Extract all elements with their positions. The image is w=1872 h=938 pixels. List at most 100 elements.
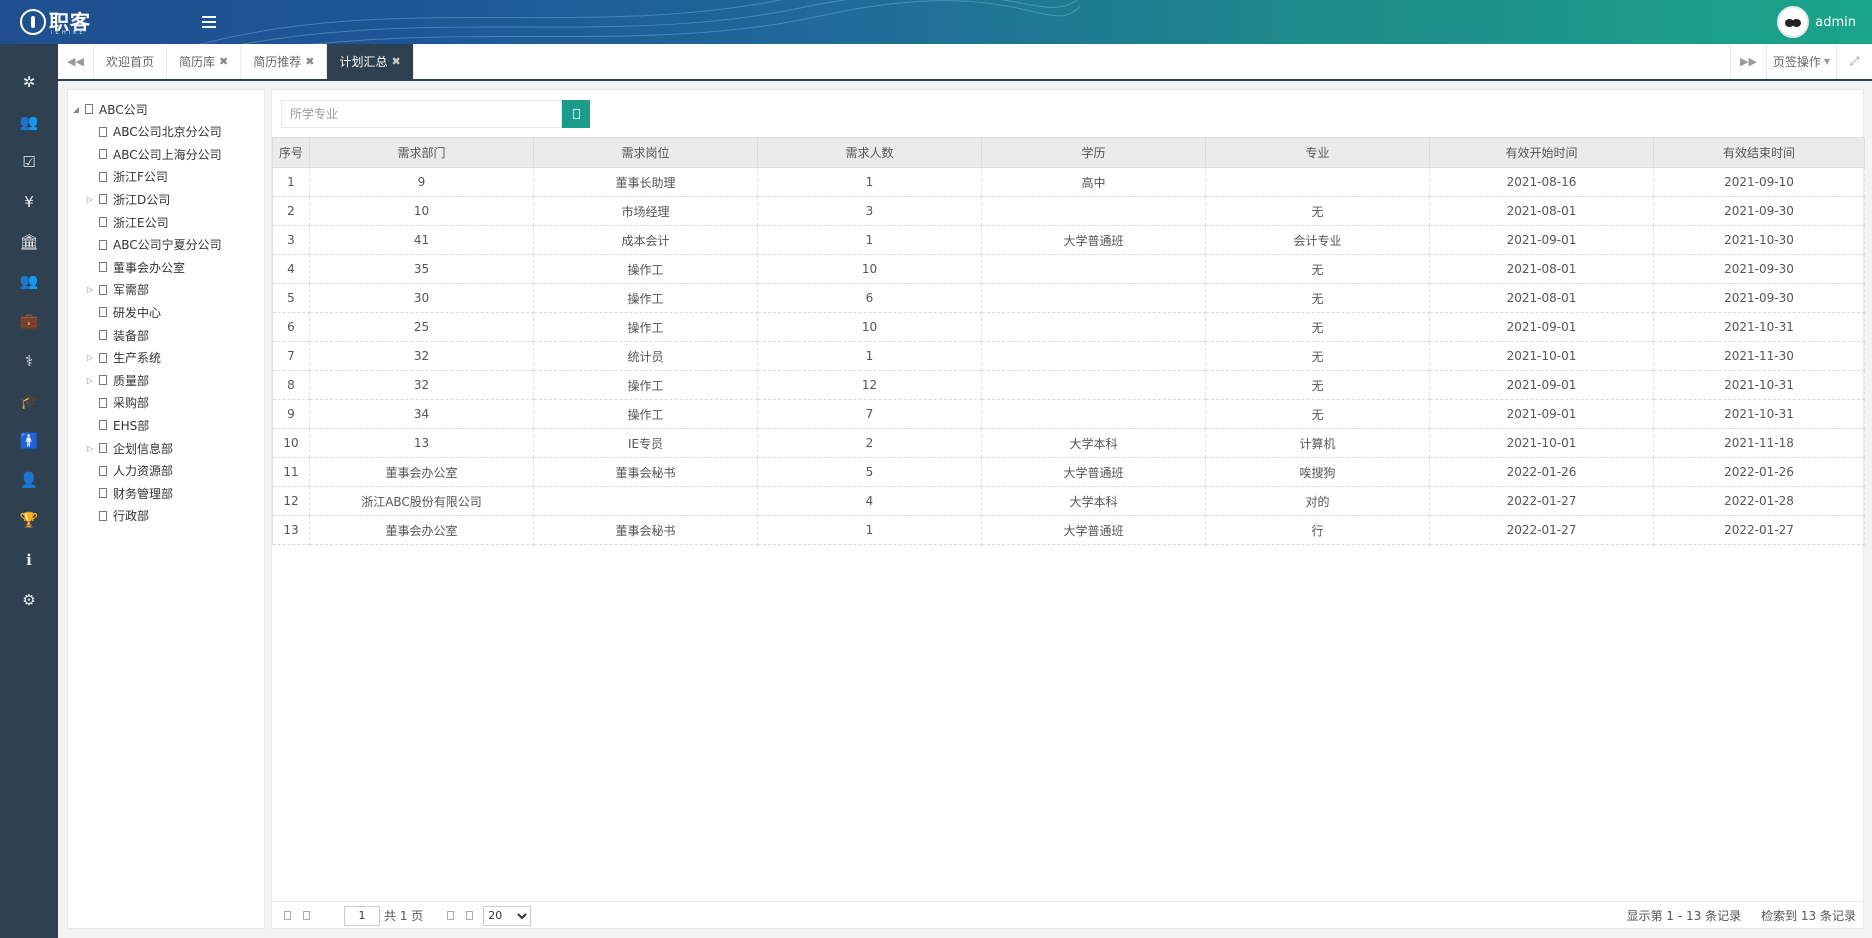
tree-node[interactable]: ABC公司上海分公司 [85, 143, 222, 165]
avatar[interactable] [1777, 6, 1810, 38]
tree-expand-icon[interactable]: ▷ [85, 195, 95, 204]
last-page-icon[interactable] [466, 911, 474, 920]
sidebar-item[interactable]: ¥ [0, 182, 58, 222]
tree-node[interactable]: EHS部 [85, 414, 149, 436]
user-menu[interactable]: admin [1777, 6, 1856, 38]
tree-collapse-icon[interactable]: ◢ [71, 105, 81, 114]
sidebar-item[interactable]: ☑ [0, 143, 58, 183]
table-cell: 2022-01-27 [1429, 515, 1654, 545]
sidebar-item[interactable]: 💼 [0, 302, 58, 342]
tree-node-label: 浙江F公司 [113, 170, 168, 185]
table-cell: 4 [272, 254, 310, 284]
sidebar-item[interactable]: 🏆 [0, 501, 58, 541]
tree-node[interactable]: 人力资源部 [85, 460, 173, 482]
close-tab-icon[interactable]: ✖ [219, 55, 228, 68]
column-header[interactable]: 序号 [272, 137, 310, 168]
table-row[interactable]: 4 35 操作工 10 无 2021-08-01 2021-09-30 [272, 254, 1865, 284]
trophy-icon: 🏆 [19, 511, 39, 530]
sidebar-item[interactable]: ✲ [0, 63, 58, 103]
table-cell: 2 [272, 196, 310, 226]
prev-page-icon[interactable] [303, 911, 310, 920]
page-size-select[interactable]: 20 [483, 905, 532, 926]
tree-node[interactable]: ▷ 浙江D公司 [85, 188, 170, 210]
table-row[interactable]: 9 34 操作工 7 无 2021-09-01 2021-10-31 [272, 399, 1865, 429]
tree-node[interactable]: 财务管理部 [85, 482, 173, 504]
menu-toggle-icon[interactable] [200, 13, 218, 31]
tree-node[interactable]: 装备部 [85, 324, 149, 346]
table-cell: 5 [757, 457, 982, 487]
tree-node[interactable]: 行政部 [85, 505, 149, 527]
tree-node[interactable]: ▷ 生产系统 [85, 347, 161, 369]
tab-3[interactable]: 计划汇总 ✖ [327, 44, 414, 79]
table-row[interactable]: 7 32 统计员 1 无 2021-10-01 2021-11-30 [272, 341, 1865, 371]
tab-2[interactable]: 简历推荐 ✖ [241, 44, 328, 79]
column-header[interactable]: 学历 [981, 137, 1206, 168]
sidebar-item[interactable]: ⚕ [0, 342, 58, 382]
column-header[interactable]: 需求部门 [309, 137, 534, 168]
table-row[interactable]: 11 董事会办公室 董事会秘书 5 大学普通班 唉搜狗 2022-01-26 2022-01-… [272, 457, 1865, 487]
page-number-input[interactable] [344, 905, 380, 926]
table-row[interactable]: 13 董事会办公室 董事会秘书 1 大学普通班行 2022-01-27 2022-01-27 [272, 515, 1865, 545]
showing-records-label: 显示第 1 - 13 条记录 [1626, 909, 1742, 923]
search-button[interactable] [562, 100, 590, 128]
tree-node[interactable]: ◢ ABC公司 [71, 98, 148, 120]
tree-node[interactable]: ▷ 军需部 [85, 279, 149, 301]
page-ops-dropdown[interactable]: 页签操作 ▼ [1766, 44, 1836, 79]
table-row[interactable]: 6 25 操作工 10 无 2021-09-01 2021-10-31 [272, 312, 1865, 342]
table-row[interactable]: 3 41 成本会计 1 大学普通班 会计专业 2021-09-01 2021-10-30 [272, 225, 1865, 255]
tree-expand-icon[interactable]: ▷ [85, 376, 95, 385]
tab-label: 简历推荐 [253, 55, 302, 69]
tree-node[interactable]: ABC公司北京分公司 [85, 121, 222, 143]
table-cell: 2022-01-27 [1429, 486, 1654, 516]
tree-node[interactable]: 董事会办公室 [85, 256, 185, 278]
table-row[interactable]: 8 32 操作工 12 无 2021-09-01 2021-10-31 [272, 370, 1865, 400]
close-tab-icon[interactable]: ✖ [392, 55, 401, 68]
tree-expand-icon[interactable]: ▷ [85, 444, 95, 453]
table-cell: 25 [309, 312, 534, 342]
tab-scroll-right-icon[interactable]: ▶▶ [1730, 44, 1766, 79]
tab-scroll-left-icon[interactable]: ◀◀ [58, 44, 94, 79]
first-page-icon[interactable] [284, 911, 291, 920]
column-header[interactable]: 有效结束时间 [1653, 137, 1865, 168]
sidebar-item[interactable]: 👥 [0, 103, 58, 143]
column-header[interactable]: 需求岗位 [533, 137, 758, 168]
table-row[interactable]: 10 13 IE专员 2 大学本科 计算机 2021-10-01 2021-11-18 [272, 428, 1865, 458]
close-tab-icon[interactable]: ✖ [305, 55, 314, 68]
tree-node[interactable]: 浙江F公司 [85, 166, 168, 188]
column-header[interactable]: 专业 [1205, 137, 1430, 168]
folder-icon [85, 104, 93, 114]
fullscreen-icon[interactable]: ⤢ [1836, 44, 1872, 79]
major-search-input[interactable] [281, 100, 562, 128]
tree-node[interactable]: ▷ 质量部 [85, 369, 149, 391]
tab-0[interactable]: 欢迎首页 [94, 44, 168, 79]
table-cell: 高中 [981, 167, 1206, 197]
sidebar-item[interactable]: 👥 [0, 262, 58, 302]
tree-node[interactable]: 研发中心 [85, 301, 161, 323]
sidebar-item[interactable]: 🏛 [0, 222, 58, 262]
table-cell: 2021-10-31 [1653, 370, 1865, 400]
tree-node[interactable]: 采购部 [85, 392, 149, 414]
column-header[interactable]: 有效开始时间 [1429, 137, 1654, 168]
tree-expand-icon[interactable]: ▷ [85, 285, 95, 294]
table-cell: 2022-01-26 [1429, 457, 1654, 487]
table-row[interactable]: 2 10 市场经理 3 无 2021-08-01 2021-09-30 [272, 196, 1865, 226]
tree-node[interactable]: ABC公司宁夏分公司 [85, 234, 222, 256]
sidebar-item[interactable]: 🚹 [0, 421, 58, 461]
tree-node[interactable]: ▷ 企划信息部 [85, 437, 173, 459]
sidebar-item[interactable]: ℹ [0, 541, 58, 581]
table-row[interactable]: 12 浙江ABC股份有限公司 4 大学本科 对的 2022-01-27 2022-01-28 [272, 486, 1865, 516]
app-logo[interactable]: 职客 IZHIKE [20, 8, 91, 36]
table-row[interactable]: 5 30 操作工 6 无 2021-08-01 2021-09-30 [272, 283, 1865, 313]
folder-icon [99, 194, 107, 205]
tree-expand-icon[interactable]: ▷ [85, 353, 95, 362]
next-page-icon[interactable] [447, 911, 455, 920]
column-header[interactable]: 需求人数 [757, 137, 982, 168]
sidebar-item[interactable]: 👤 [0, 461, 58, 501]
sidebar-item[interactable]: 🎓 [0, 381, 58, 421]
table-cell: 大学普通班 [981, 225, 1206, 255]
tab-1[interactable]: 简历库 ✖ [167, 44, 242, 79]
table-row[interactable]: 1 9 董事长助理 1 高中 2021-08-16 2021-09-10 [272, 167, 1865, 197]
tree-node[interactable]: 浙江E公司 [85, 211, 169, 233]
username-label[interactable]: admin [1815, 15, 1856, 30]
sidebar-item[interactable]: ⚙ [0, 580, 58, 620]
